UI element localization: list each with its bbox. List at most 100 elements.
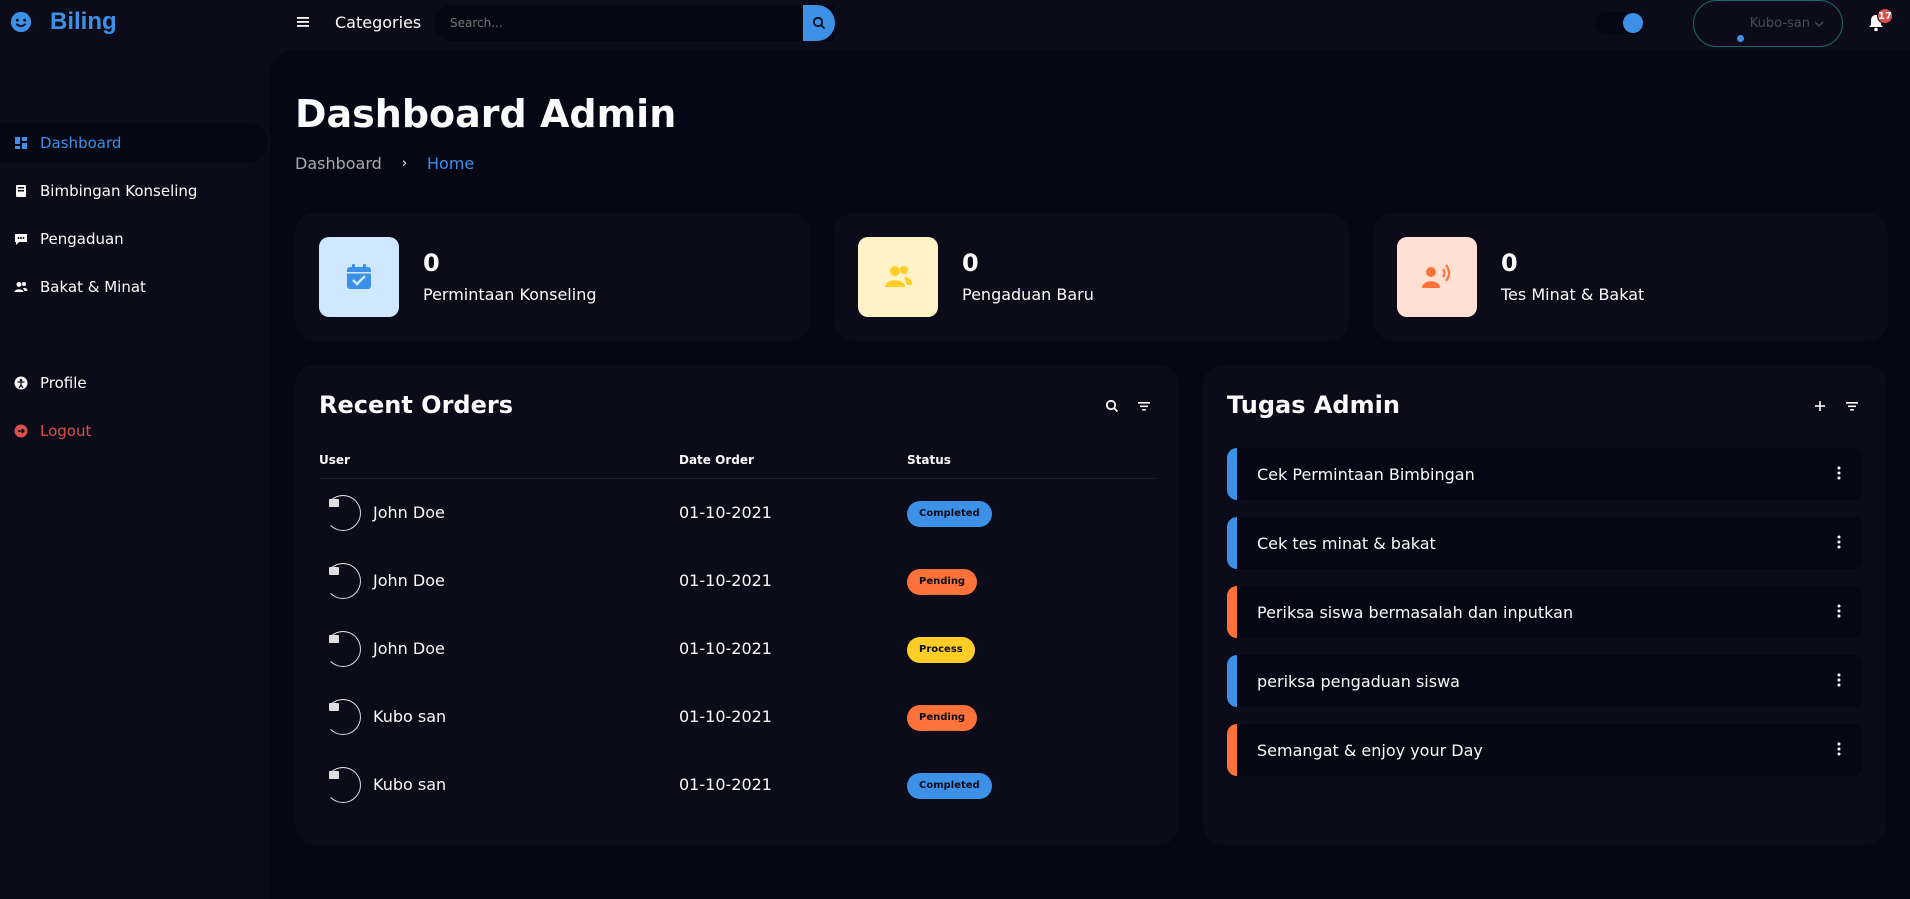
group-icon [885, 266, 912, 287]
plus-icon[interactable] [1813, 399, 1827, 413]
order-user-name: John Doe [373, 571, 445, 590]
avatar [325, 495, 361, 531]
todo-text: Cek Permintaan Bimbingan [1257, 464, 1475, 484]
more-vertical-icon[interactable] [1837, 604, 1841, 618]
stat-label: Tes Minat & Bakat [1501, 285, 1645, 304]
more-vertical-icon[interactable] [1837, 673, 1841, 687]
notification-badge: 17 [1877, 8, 1893, 24]
stat-icon-box [319, 237, 399, 317]
status-badge: Process [907, 637, 975, 663]
stat-icon-box [1397, 237, 1477, 317]
sidebar-item-label: Pengaduan [40, 230, 124, 248]
table-row[interactable]: John Doe 01-10-2021 Pending [319, 549, 1155, 617]
column-header-status: Status [907, 453, 951, 467]
todo-text: Cek tes minat & bakat [1257, 533, 1436, 553]
sidebar-item-dashboard[interactable]: Dashboard [0, 123, 268, 163]
orders-actions [1105, 399, 1151, 413]
book-icon [16, 185, 26, 197]
menu-icon[interactable] [296, 15, 310, 29]
speaker-icon [1422, 264, 1451, 288]
todo-actions [1813, 399, 1859, 413]
search-box [434, 5, 834, 41]
avatar [325, 767, 361, 803]
sidebar-item-label: Logout [40, 422, 92, 440]
breadcrumb: Dashboard › Home [295, 154, 474, 173]
sidebar-item-bimbingan-konseling[interactable]: Bimbingan Konseling [0, 171, 268, 211]
breadcrumb-dashboard[interactable]: Dashboard [295, 154, 382, 173]
top-nav: Biling Categories Kubo-san 17 [0, 0, 1910, 48]
table-row[interactable]: John Doe 01-10-2021 Completed [319, 481, 1155, 549]
todo-item[interactable]: Periksa siswa bermasalah dan inputkan [1227, 586, 1863, 638]
sidebar-item-pengaduan[interactable]: Pengaduan [0, 219, 268, 259]
tugas-admin-panel: Tugas Admin Cek Permintaan Bimbingan Cek … [1203, 365, 1886, 845]
order-user-name: Kubo san [373, 707, 447, 726]
user-name: Kubo-san [1749, 16, 1810, 31]
filter-icon[interactable] [1137, 399, 1151, 413]
smiley-logo-icon [10, 11, 32, 33]
table-row[interactable]: Kubo san 01-10-2021 Completed [319, 753, 1155, 821]
todo-item[interactable]: Cek Permintaan Bimbingan [1227, 448, 1863, 500]
users-icon [14, 282, 28, 292]
more-vertical-icon[interactable] [1837, 535, 1841, 549]
sidebar-item-bakat-minat[interactable]: Bakat & Minat [0, 267, 268, 307]
dashboard-icon [15, 137, 27, 149]
todo-item[interactable]: Semangat & enjoy your Day [1227, 724, 1863, 776]
chat-icon [15, 234, 27, 245]
todo-text: Semangat & enjoy your Day [1257, 740, 1483, 760]
stat-card-permintaan-konseling: 0 Permintaan Konseling [295, 213, 810, 341]
avatar [325, 631, 361, 667]
chevron-down-icon [1814, 21, 1824, 27]
order-user-name: Kubo san [373, 775, 447, 794]
tugas-admin-title: Tugas Admin [1227, 391, 1400, 419]
todo-text: periksa pengaduan siswa [1257, 671, 1460, 691]
table-row[interactable]: John Doe 01-10-2021 Process [319, 617, 1155, 685]
status-badge: Pending [907, 569, 978, 595]
recent-orders-title: Recent Orders [319, 391, 513, 419]
user-menu[interactable]: Kubo-san [1693, 0, 1843, 47]
chevron-right-icon: › [401, 156, 408, 171]
order-date: 01-10-2021 [679, 707, 772, 726]
breadcrumb-home[interactable]: Home [427, 154, 474, 173]
todo-item[interactable]: Cek tes minat & bakat [1227, 517, 1863, 569]
stat-value: 0 [1501, 249, 1518, 277]
todo-text: Periksa siswa bermasalah dan inputkan [1257, 602, 1574, 622]
order-date: 01-10-2021 [679, 571, 772, 590]
sidebar: Dashboard Bimbingan Konseling Pengaduan … [0, 48, 270, 899]
stat-label: Pengaduan Baru [962, 285, 1094, 304]
brand-name: Biling [50, 8, 117, 35]
main-content: Dashboard Admin Dashboard › Home 0 Permi… [270, 50, 1910, 899]
avatar [325, 563, 361, 599]
sidebar-item-label: Bakat & Minat [40, 278, 146, 296]
more-vertical-icon[interactable] [1837, 742, 1841, 756]
stat-value: 0 [423, 249, 440, 277]
stat-card-pengaduan-baru: 0 Pengaduan Baru [834, 213, 1349, 341]
column-header-date: Date Order [679, 453, 754, 467]
order-date: 01-10-2021 [679, 639, 772, 658]
logout-icon [14, 424, 28, 438]
sidebar-item-logout[interactable]: Logout [0, 411, 268, 451]
dark-mode-toggle[interactable] [1595, 12, 1645, 34]
search-input[interactable] [434, 16, 834, 30]
sidebar-item-label: Profile [40, 374, 87, 392]
sidebar-item-profile[interactable]: Profile [0, 363, 268, 403]
todo-item[interactable]: periksa pengaduan siswa [1227, 655, 1863, 707]
profile-icon [14, 376, 28, 390]
stat-label: Permintaan Konseling [423, 285, 597, 304]
search-icon [812, 16, 826, 30]
orders-table-header: User Date Order Status [319, 449, 1155, 479]
toggle-knob [1623, 13, 1643, 33]
categories-link[interactable]: Categories [335, 13, 421, 32]
brand[interactable]: Biling [10, 8, 117, 36]
sidebar-item-label: Bimbingan Konseling [40, 182, 198, 200]
page-title: Dashboard Admin [295, 92, 677, 136]
status-badge: Completed [907, 773, 992, 799]
table-row[interactable]: Kubo san 01-10-2021 Pending [319, 685, 1155, 753]
order-user-name: John Doe [373, 503, 445, 522]
filter-icon[interactable] [1845, 399, 1859, 413]
search-icon[interactable] [1105, 399, 1119, 413]
calendar-check-icon [347, 264, 371, 289]
online-dot [1737, 35, 1744, 42]
more-vertical-icon[interactable] [1837, 466, 1841, 480]
avatar [325, 699, 361, 735]
order-date: 01-10-2021 [679, 775, 772, 794]
